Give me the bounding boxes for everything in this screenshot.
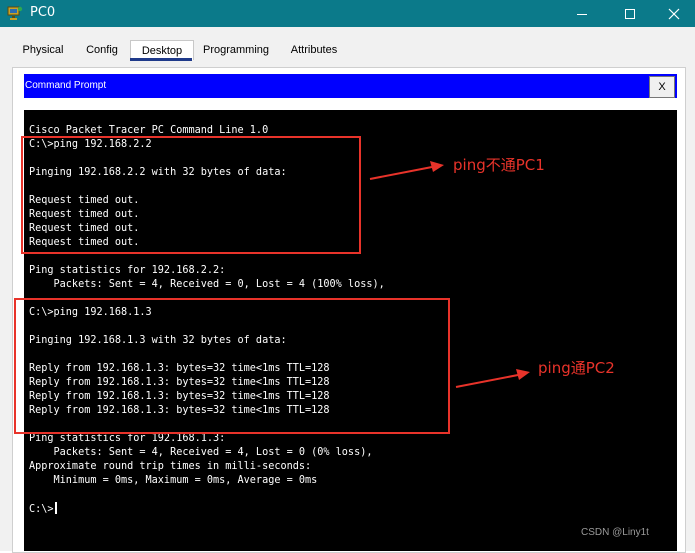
annotation-label-ping-fail: ping不通PC1 <box>453 156 545 174</box>
annotation-arrows <box>369 161 530 388</box>
arrow-icon-1 <box>369 161 444 180</box>
arrow-icon-2 <box>455 369 530 388</box>
annotation-label-ping-success: ping通PC2 <box>538 359 615 377</box>
watermark: CSDN @Liny1t <box>581 527 649 538</box>
